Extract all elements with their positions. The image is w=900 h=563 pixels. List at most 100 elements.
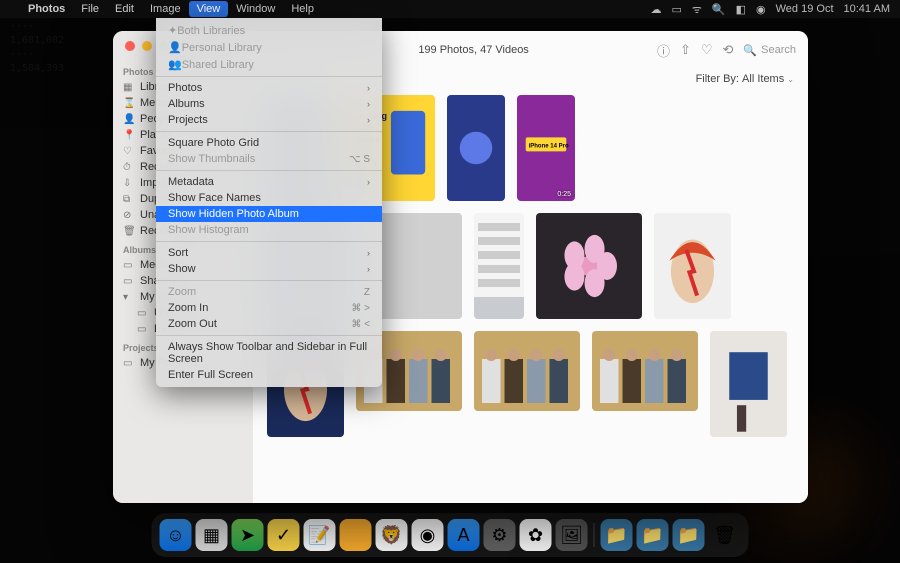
photo-thumbnail[interactable]: iPhone 14 Pro0:25 xyxy=(517,95,575,201)
dock-folder1[interactable]: 📁 xyxy=(601,519,633,551)
sidebar-item-icon: ⌛ xyxy=(123,98,135,109)
background-code-text: ····1,681,002····1,584,393 xyxy=(10,20,64,76)
photo-thumbnail[interactable] xyxy=(474,331,580,411)
menu-item-icon: ✦ xyxy=(168,25,177,37)
menu-item-show-hidden-photo-album[interactable]: Show Hidden Photo Album xyxy=(156,206,382,222)
menu-item-shared-library: 👥Shared Library xyxy=(156,56,382,73)
menu-item-both-libraries: ✦Both Libraries xyxy=(156,22,382,39)
menu-item-zoom-out[interactable]: Zoom Out ⌘ < xyxy=(156,316,382,332)
photo-thumbnail[interactable] xyxy=(447,95,505,201)
search-field[interactable]: 🔍 Search xyxy=(743,44,796,57)
menubar-item-window[interactable]: Window xyxy=(228,1,283,17)
photo-thumbnail[interactable] xyxy=(710,331,787,437)
menu-item-zoom-in[interactable]: Zoom In⌘ > xyxy=(156,300,382,316)
menubar-item-edit[interactable]: Edit xyxy=(107,1,142,17)
minimize-button[interactable] xyxy=(142,41,152,51)
dock-appstore[interactable]: A xyxy=(448,519,480,551)
dock-folder[interactable] xyxy=(340,519,372,551)
menu-item-metadata[interactable]: Metadata› xyxy=(156,174,382,190)
dock-things[interactable]: ✓ xyxy=(268,519,300,551)
dock-folder2[interactable]: 📁 xyxy=(637,519,669,551)
menu-item-label: Both Libraries xyxy=(177,25,245,37)
menubar-app-name[interactable]: Photos xyxy=(20,1,73,17)
menu-item-enter-full-screen[interactable]: Enter Full Screen xyxy=(156,367,382,383)
chevron-right-icon: › xyxy=(367,264,370,274)
dock-maps[interactable]: ➤ xyxy=(232,519,264,551)
video-duration: 0:25 xyxy=(557,191,571,198)
dock-trash[interactable]: 🗑 xyxy=(709,519,741,551)
menu-item-label: Sort xyxy=(168,247,188,259)
menu-separator xyxy=(156,131,382,132)
menu-item-label: Show Thumbnails xyxy=(168,153,255,165)
sidebar-item-icon: ▾ xyxy=(123,292,135,303)
menu-item-label: Zoom In xyxy=(168,302,208,314)
menu-item-personal-library: 👤Personal Library xyxy=(156,39,382,56)
menu-item-photos[interactable]: Photos› xyxy=(156,80,382,96)
filter-value: All Items xyxy=(742,73,784,85)
status-display-icon[interactable]: ▭ xyxy=(671,3,681,16)
sidebar-item-icon: ▭ xyxy=(123,260,135,271)
menu-shortcut: Z xyxy=(364,287,370,298)
favorite-icon[interactable]: ♡ xyxy=(701,42,713,58)
menu-item-show[interactable]: Show› xyxy=(156,261,382,277)
menu-item-albums[interactable]: Albums› xyxy=(156,96,382,112)
dock-folder3[interactable]: 📁 xyxy=(673,519,705,551)
photo-thumbnail[interactable] xyxy=(536,213,642,319)
menu-item-icon: 👥 xyxy=(168,59,182,71)
menubar-item-file[interactable]: File xyxy=(73,1,107,17)
menu-item-label: Projects xyxy=(168,114,208,126)
dock-preview[interactable]: 🖼 xyxy=(556,519,588,551)
close-button[interactable] xyxy=(125,41,135,51)
sidebar-item-icon: ⧉ xyxy=(123,194,135,205)
status-siri-icon[interactable]: ◉ xyxy=(756,3,766,16)
info-icon[interactable]: ⓘ xyxy=(657,41,670,60)
menu-item-label: Always Show Toolbar and Sidebar in Full … xyxy=(168,341,367,365)
menu-item-zoom: ZoomZ xyxy=(156,284,382,300)
view-menu-dropdown: ✦Both Libraries👤Personal Library👥Shared … xyxy=(156,18,382,387)
photo-thumbnail[interactable] xyxy=(654,213,731,319)
menubar-item-image[interactable]: Image xyxy=(142,1,189,17)
menubar-item-help[interactable]: Help xyxy=(283,1,322,17)
search-icon: 🔍 xyxy=(743,44,757,57)
library-summary: 199 Photos, 47 Videos xyxy=(418,44,529,56)
chevron-down-icon: ⌄ xyxy=(787,75,794,84)
chevron-right-icon: › xyxy=(367,115,370,125)
menu-item-show-face-names[interactable]: Show Face Names xyxy=(156,190,382,206)
menu-separator xyxy=(156,76,382,77)
dock-finder[interactable]: ☺ xyxy=(160,519,192,551)
filter-control[interactable]: Filter By: All Items ⌄ xyxy=(696,73,794,85)
sidebar-item-icon: ⊘ xyxy=(123,210,135,221)
sidebar-item-icon: ⇩ xyxy=(123,178,135,189)
menu-item-sort[interactable]: Sort› xyxy=(156,245,382,261)
dock-photos[interactable]: ✿ xyxy=(520,519,552,551)
dock-chrome[interactable]: ◉ xyxy=(412,519,444,551)
chevron-right-icon: › xyxy=(367,83,370,93)
menu-item-square-photo-grid[interactable]: Square Photo Grid xyxy=(156,135,382,151)
menu-item-projects[interactable]: Projects › xyxy=(156,112,382,128)
status-cloud-icon[interactable]: ☁ xyxy=(650,3,661,16)
status-wifi-icon[interactable]: ᯤ xyxy=(692,2,702,17)
dock-launchpad[interactable]: ▦ xyxy=(196,519,228,551)
menubar-item-view[interactable]: View xyxy=(189,1,229,17)
sidebar-item-icon: 🗑 xyxy=(123,226,135,237)
menu-item-always-show-toolbar-and-sidebar-in-full-screen[interactable]: Always Show Toolbar and Sidebar in Full … xyxy=(156,339,382,367)
photo-thumbnail[interactable] xyxy=(474,213,524,319)
dock-notes[interactable]: 📝 xyxy=(304,519,336,551)
sidebar-item-icon: ▭ xyxy=(123,358,135,369)
dock-settings[interactable]: ⚙ xyxy=(484,519,516,551)
dock-brave[interactable]: 🦁 xyxy=(376,519,408,551)
menu-shortcut: ⌘ < xyxy=(351,319,370,330)
sidebar-item-icon: 📍 xyxy=(123,130,135,141)
share-icon[interactable]: ⇧ xyxy=(680,42,691,58)
status-search-icon[interactable]: 🔍 xyxy=(712,3,726,16)
menu-item-label: Shared Library xyxy=(182,59,254,71)
menu-item-label: Zoom Out xyxy=(168,318,217,330)
chevron-right-icon: › xyxy=(367,99,370,109)
status-control-center-icon[interactable]: ◧ xyxy=(736,3,746,16)
menubar-date[interactable]: Wed 19 Oct xyxy=(776,3,834,15)
menu-separator xyxy=(156,335,382,336)
rotate-icon[interactable]: ⟲ xyxy=(723,42,734,58)
photo-thumbnail[interactable] xyxy=(592,331,698,411)
menubar-time[interactable]: 10:41 AM xyxy=(844,3,890,15)
sidebar-item-icon: ⏱ xyxy=(123,162,135,173)
